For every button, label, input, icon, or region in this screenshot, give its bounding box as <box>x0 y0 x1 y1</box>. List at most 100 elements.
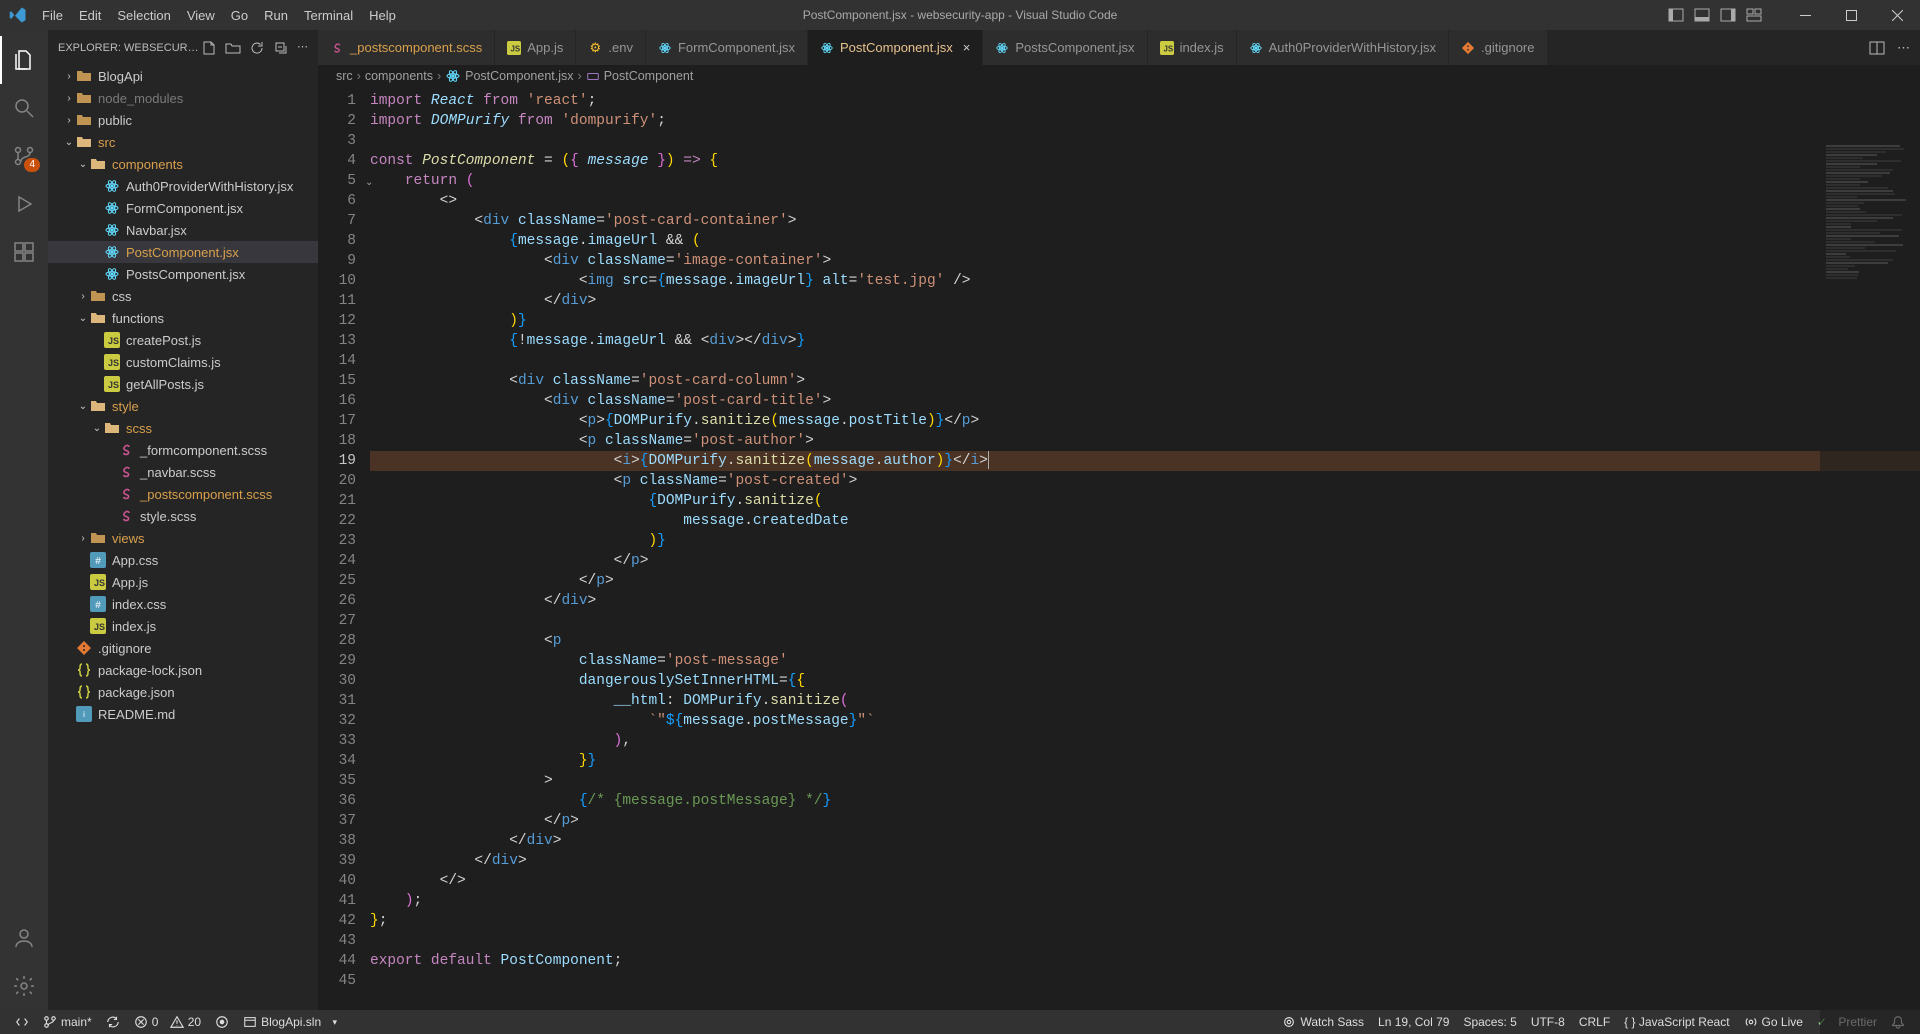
file-tree-item[interactable]: ›node_modules <box>48 87 318 109</box>
close-button[interactable] <box>1874 0 1920 30</box>
file-tree-item[interactable]: package-lock.json <box>48 659 318 681</box>
editor-tab[interactable]: JSindex.js <box>1148 30 1237 65</box>
refresh-icon[interactable] <box>249 40 265 56</box>
md-icon: i <box>76 706 92 722</box>
react-icon <box>995 41 1009 55</box>
fold-chevron-icon[interactable]: ⌄ <box>365 174 373 194</box>
watch-sass[interactable]: Watch Sass <box>1275 1015 1371 1029</box>
json-icon <box>76 662 92 678</box>
encoding[interactable]: UTF-8 <box>1524 1015 1572 1029</box>
file-tree-item[interactable]: PostsComponent.jsx <box>48 263 318 285</box>
go-live[interactable]: Go Live <box>1737 1015 1810 1029</box>
ports-icon[interactable] <box>208 1015 236 1029</box>
cursor-position[interactable]: Ln 19, Col 79 <box>1371 1015 1456 1029</box>
minimize-button[interactable] <box>1782 0 1828 30</box>
file-tree-item[interactable]: ⌄components <box>48 153 318 175</box>
file-tree-item[interactable]: JScreatePost.js <box>48 329 318 351</box>
activity-explorer-icon[interactable] <box>0 36 48 84</box>
file-tree-item[interactable]: _navbar.scss <box>48 461 318 483</box>
new-file-icon[interactable] <box>201 40 217 56</box>
file-tree-item[interactable]: _postscomponent.scss <box>48 483 318 505</box>
file-tree-item[interactable]: JSindex.js <box>48 615 318 637</box>
problems[interactable]: 0 20 <box>127 1015 208 1029</box>
svg-text:#: # <box>95 600 101 611</box>
file-tree-item[interactable]: PostComponent.jsx <box>48 241 318 263</box>
menu-selection[interactable]: Selection <box>109 4 178 27</box>
file-tree-item[interactable]: JScustomClaims.js <box>48 351 318 373</box>
more-icon[interactable]: ⋯ <box>297 40 308 56</box>
file-tree-item[interactable]: _formcomponent.scss <box>48 439 318 461</box>
activity-debug-icon[interactable] <box>0 180 48 228</box>
remote-indicator[interactable] <box>8 1015 36 1029</box>
breadcrumb-item[interactable]: PostComponent.jsx <box>445 68 573 84</box>
editor-tab[interactable]: PostComponent.jsx× <box>808 30 983 65</box>
editor-tab[interactable]: _postscomponent.scss <box>318 30 495 65</box>
file-tree-item[interactable]: ›public <box>48 109 318 131</box>
account-icon[interactable] <box>0 914 48 962</box>
file-label: package-lock.json <box>98 663 202 678</box>
editor-tab[interactable]: Auth0ProviderWithHistory.jsx <box>1237 30 1449 65</box>
file-tree-item[interactable]: ›css <box>48 285 318 307</box>
indentation[interactable]: Spaces: 5 <box>1456 1015 1523 1029</box>
collapse-all-icon[interactable] <box>273 40 289 56</box>
file-tree-item[interactable]: JSgetAllPosts.js <box>48 373 318 395</box>
editor-tab[interactable]: JSApp.js <box>495 30 576 65</box>
menu-edit[interactable]: Edit <box>71 4 109 27</box>
menu-run[interactable]: Run <box>256 4 296 27</box>
editor-tab[interactable]: ⚙.env <box>576 30 646 65</box>
new-folder-icon[interactable] <box>225 40 241 56</box>
svg-text:JS: JS <box>94 578 105 588</box>
file-tree-item[interactable]: #index.css <box>48 593 318 615</box>
breadcrumb-item[interactable]: PostComponent <box>586 69 694 83</box>
menu-help[interactable]: Help <box>361 4 404 27</box>
toggle-panel-bottom-icon[interactable] <box>1694 7 1710 23</box>
minimap[interactable] <box>1820 144 1920 1034</box>
activity-scm-icon[interactable]: 4 <box>0 132 48 180</box>
editor-tab[interactable]: .gitignore <box>1449 30 1547 65</box>
file-tree-item[interactable]: style.scss <box>48 505 318 527</box>
toggle-panel-left-icon[interactable] <box>1668 7 1684 23</box>
file-tree-item[interactable]: ⌄style <box>48 395 318 417</box>
split-editor-icon[interactable] <box>1869 40 1885 56</box>
line-number-gutter: 1234567891011121314151617181920212223242… <box>318 87 370 1010</box>
solution-indicator[interactable]: BlogApi.sln ▾ <box>236 1015 344 1029</box>
more-actions-icon[interactable]: ⋯ <box>1897 40 1910 56</box>
menu-file[interactable]: File <box>34 4 71 27</box>
sync-icon[interactable] <box>99 1015 127 1029</box>
file-tree-item[interactable]: iREADME.md <box>48 703 318 725</box>
file-tree-item[interactable]: ⌄functions <box>48 307 318 329</box>
file-tree-item[interactable]: ⌄scss <box>48 417 318 439</box>
customize-layout-icon[interactable] <box>1746 7 1762 23</box>
file-tree-item[interactable]: FormComponent.jsx <box>48 197 318 219</box>
maximize-button[interactable] <box>1828 0 1874 30</box>
git-branch[interactable]: main* <box>36 1015 99 1029</box>
menu-terminal[interactable]: Terminal <box>296 4 361 27</box>
editor-tab[interactable]: PostsComponent.jsx <box>983 30 1147 65</box>
code-editor[interactable]: 1234567891011121314151617181920212223242… <box>318 87 1920 1010</box>
file-tree-item[interactable]: .gitignore <box>48 637 318 659</box>
language-mode[interactable]: { } JavaScript React <box>1617 1015 1736 1029</box>
file-tree-item[interactable]: ›views <box>48 527 318 549</box>
toggle-panel-right-icon[interactable] <box>1720 7 1736 23</box>
eol[interactable]: CRLF <box>1572 1015 1617 1029</box>
js-icon: JS <box>90 618 106 634</box>
file-tree-item[interactable]: ⌄src <box>48 131 318 153</box>
code-content[interactable]: import React from 'react';import DOMPuri… <box>370 87 1920 1010</box>
file-tree-item[interactable]: package.json <box>48 681 318 703</box>
file-tree-item[interactable]: ›BlogApi <box>48 65 318 87</box>
menu-go[interactable]: Go <box>223 4 256 27</box>
file-tree-item[interactable]: Navbar.jsx <box>48 219 318 241</box>
file-tree[interactable]: ›BlogApi›node_modules›public⌄src⌄compone… <box>48 65 318 1010</box>
breadcrumb-item[interactable]: components <box>365 69 433 83</box>
activity-extensions-icon[interactable] <box>0 228 48 276</box>
menu-view[interactable]: View <box>179 4 223 27</box>
settings-gear-icon[interactable] <box>0 962 48 1010</box>
file-tree-item[interactable]: JSApp.js <box>48 571 318 593</box>
breadcrumbs[interactable]: src›components›PostComponent.jsx›PostCom… <box>318 65 1920 87</box>
breadcrumb-item[interactable]: src <box>336 69 353 83</box>
close-tab-icon[interactable]: × <box>963 40 971 55</box>
activity-search-icon[interactable] <box>0 84 48 132</box>
file-tree-item[interactable]: #App.css <box>48 549 318 571</box>
file-tree-item[interactable]: Auth0ProviderWithHistory.jsx <box>48 175 318 197</box>
editor-tab[interactable]: FormComponent.jsx <box>646 30 808 65</box>
